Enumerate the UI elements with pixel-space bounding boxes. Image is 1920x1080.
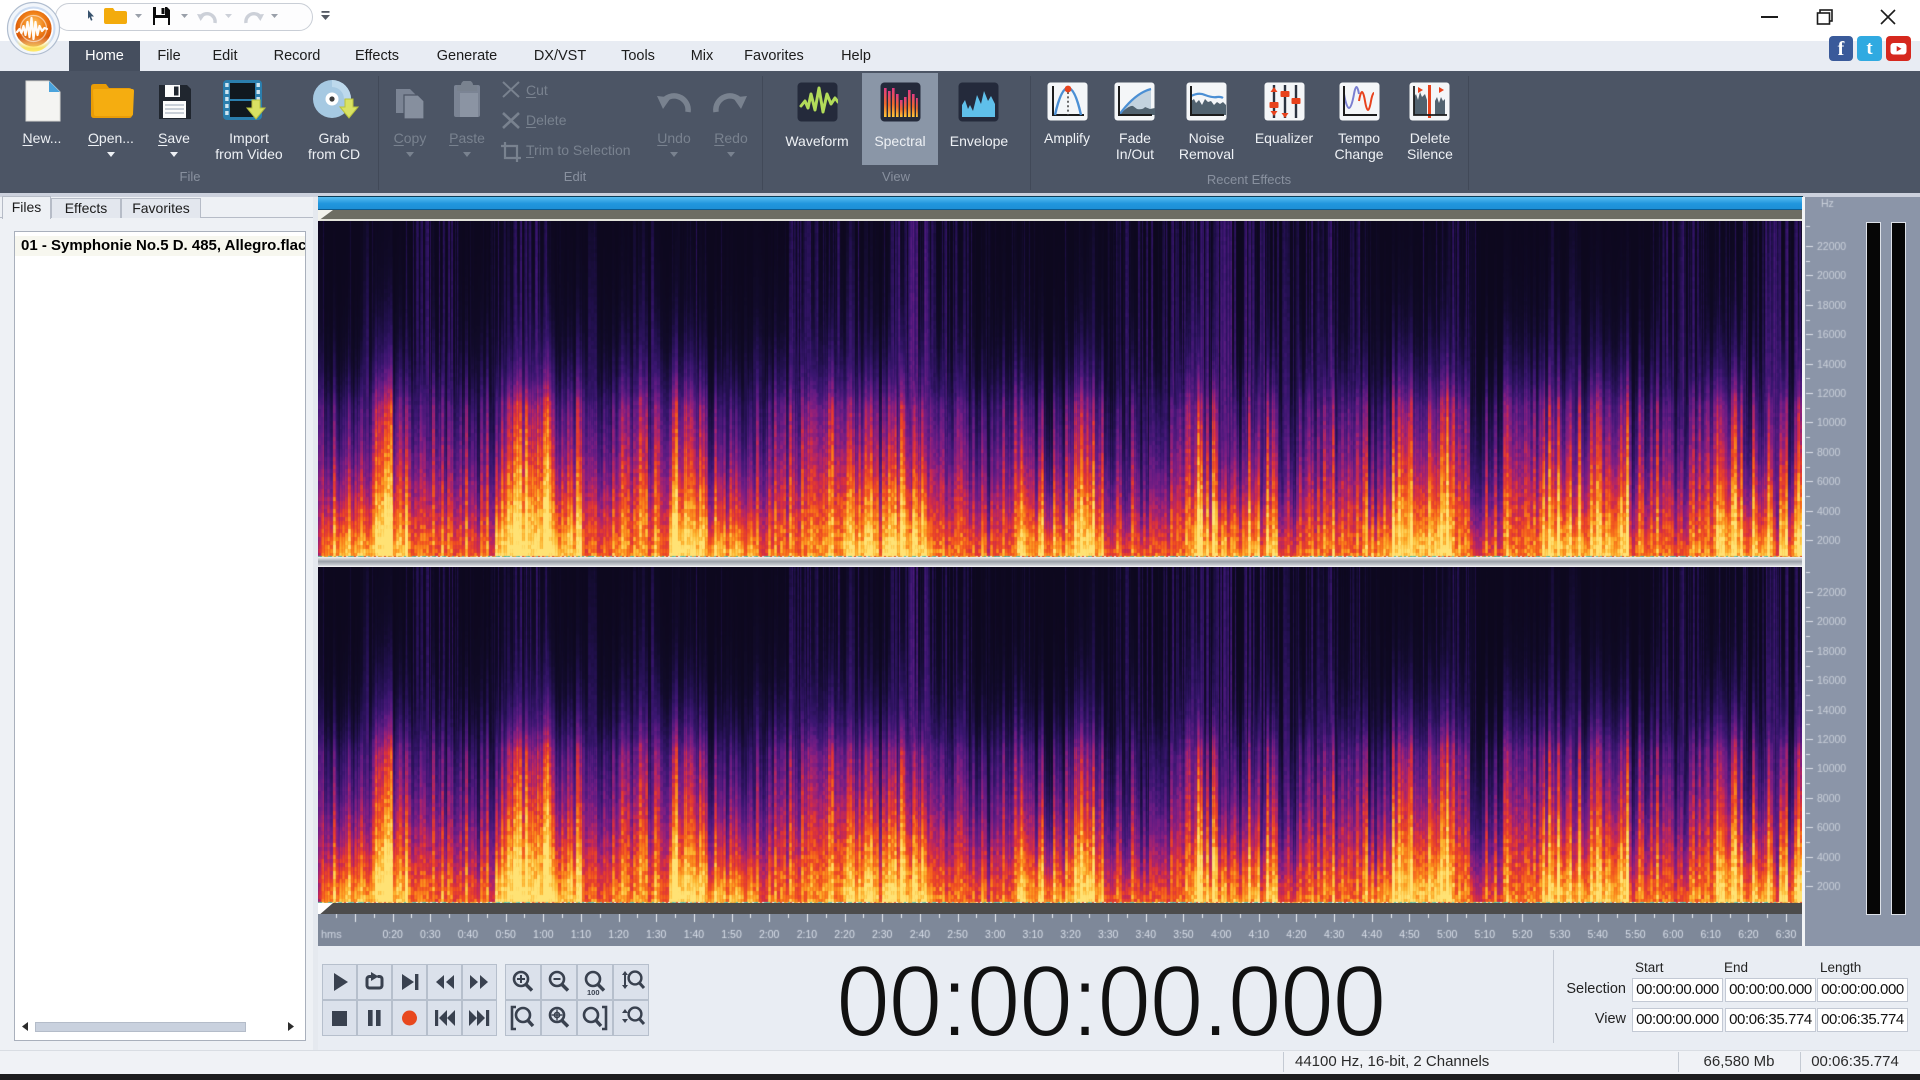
svg-text:100: 100 bbox=[587, 988, 600, 997]
